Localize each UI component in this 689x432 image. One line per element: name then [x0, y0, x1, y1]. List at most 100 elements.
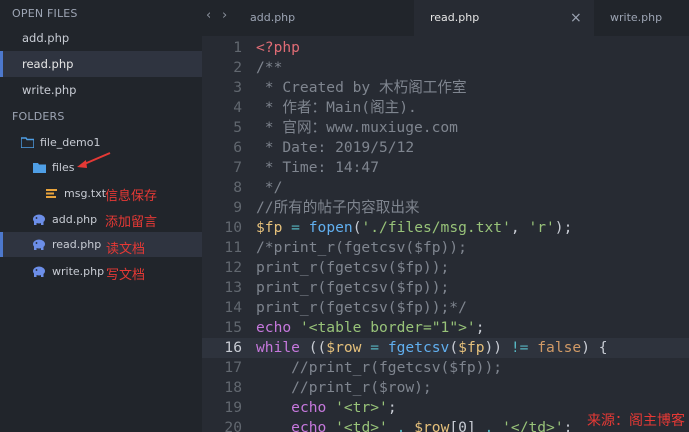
code-text: * 官网：www.muxiuge.com	[256, 119, 458, 136]
annotation-note: 添加留言	[105, 215, 158, 230]
code-line: 2 /**	[202, 58, 689, 78]
line-number: 12	[224, 259, 242, 276]
code-text: * 作者：Main(阁主).	[256, 99, 417, 116]
code-text: //print_r(fgetcsv($fp));	[256, 359, 503, 376]
folder-icon	[32, 161, 46, 175]
code-line: 8 */	[202, 178, 689, 198]
code-text: print_r(fgetcsv($fp));*/	[256, 299, 467, 316]
code-line: 1 <?php	[202, 38, 689, 58]
tree-label: read.php	[52, 238, 102, 251]
code-line: 4 * 作者：Main(阁主).	[202, 98, 689, 118]
code-text: */	[256, 179, 283, 196]
code-line: 12 print_r(fgetcsv($fp));	[202, 258, 689, 278]
text-file-icon	[44, 187, 58, 201]
tab-label: read.php	[430, 11, 480, 24]
tab-label: write.php	[610, 11, 663, 24]
nav-forward-button[interactable]: ›	[222, 8, 227, 23]
close-icon[interactable]: ×	[570, 0, 582, 36]
line-number: 17	[224, 359, 242, 376]
line-number: 3	[233, 79, 242, 96]
code-line: 16 while (($row = fgetcsv($fp)) != false)…	[202, 338, 689, 358]
open-file-add-php[interactable]: add.php	[0, 25, 202, 51]
line-number: 20	[224, 419, 242, 432]
code-text: /*print_r(fgetcsv($fp));	[256, 239, 467, 256]
line-number: 15	[224, 319, 242, 336]
watermark: 来源：阁主博客	[587, 413, 685, 429]
tree-label: write.php	[52, 265, 105, 278]
code-line: 10 $fp = fopen('./files/msg.txt', 'r');	[202, 218, 689, 238]
code-line: 18 //print_r($row);	[202, 378, 689, 398]
code-line: 9 //所有的帖子内容取出来	[202, 198, 689, 218]
php-elephant-icon	[32, 238, 46, 252]
line-number: 10	[224, 219, 242, 236]
code-line: 6 * Date: 2019/5/12	[202, 138, 689, 158]
code-text: //print_r($row);	[256, 379, 432, 396]
line-number: 2	[233, 59, 242, 76]
line-number: 5	[233, 119, 242, 136]
code-line: 14 print_r(fgetcsv($fp));*/	[202, 298, 689, 318]
code-text: * Date: 2019/5/12	[256, 139, 415, 156]
line-number: 19	[224, 399, 242, 416]
line-number: 14	[224, 299, 242, 316]
line-number: 7	[233, 159, 242, 176]
line-number: 11	[224, 239, 242, 256]
annotation-note: 信息保存	[105, 189, 158, 204]
code-line: 13 print_r(fgetcsv($fp));	[202, 278, 689, 298]
folder-open-icon	[20, 136, 34, 150]
open-file-label: add.php	[22, 31, 70, 45]
line-number: 1	[233, 39, 242, 56]
line-number: 13	[224, 279, 242, 296]
code-text: print_r(fgetcsv($fp));	[256, 259, 450, 276]
code-text: while (($row = fgetcsv($fp)) != false) {	[256, 339, 608, 356]
code-text: <?php	[256, 39, 300, 56]
folders-header: FOLDERS	[12, 110, 65, 123]
code-line: 7 * Time: 14:47	[202, 158, 689, 178]
code-text: /**	[256, 59, 283, 76]
line-number: 18	[224, 379, 242, 396]
open-file-label: read.php	[22, 57, 74, 71]
line-number: 8	[233, 179, 242, 196]
red-arrow-icon	[77, 152, 111, 168]
tree-label: file_demo1	[40, 136, 101, 149]
code-line: 5 * 官网：www.muxiuge.com	[202, 118, 689, 138]
tab-add-php[interactable]: add.php	[250, 0, 414, 36]
tree-label: msg.txt	[64, 187, 107, 200]
tab-label: add.php	[250, 11, 296, 24]
code-text: echo '<td>' . $row[0] . '</td>';	[291, 419, 573, 432]
code-text: //所有的帖子内容取出来	[256, 199, 420, 216]
tree-file-write-php[interactable]: write.php	[0, 259, 202, 284]
code-text: echo '<tr>';	[291, 399, 397, 416]
tree-file-add-php[interactable]: add.php	[0, 207, 202, 232]
tree-file-msg-txt[interactable]: msg.txt	[0, 181, 202, 206]
tab-read-php[interactable]: read.php ×	[414, 0, 594, 36]
tree-label: add.php	[52, 213, 98, 226]
sidebar: OPEN FILES add.php read.php write.php FO…	[0, 0, 202, 432]
tab-write-php[interactable]: write.php	[610, 0, 689, 36]
php-elephant-icon	[32, 265, 46, 279]
line-number: 4	[233, 99, 242, 116]
code-text: * Time: 14:47	[256, 159, 380, 176]
code-text: print_r(fgetcsv($fp));	[256, 279, 450, 296]
code-line: 15 echo '<table border="1">';	[202, 318, 689, 338]
code-line: 17 //print_r(fgetcsv($fp));	[202, 358, 689, 378]
line-number: 9	[233, 199, 242, 216]
tree-file-read-php[interactable]: read.php	[0, 232, 202, 257]
code-text: echo '<table border="1">';	[256, 319, 485, 336]
open-files-header: OPEN FILES	[12, 7, 78, 20]
nav-back-button[interactable]: ‹	[206, 8, 211, 23]
tab-bar: ‹ › add.php read.php × write.php	[202, 0, 689, 36]
tree-label: files	[52, 161, 75, 174]
php-elephant-icon	[32, 213, 46, 227]
open-file-write-php[interactable]: write.php	[0, 77, 202, 103]
annotation-note: 读文档	[106, 242, 146, 257]
annotation-note: 写文档	[106, 268, 146, 283]
code-text: $fp = fopen('./files/msg.txt', 'r');	[256, 219, 573, 236]
line-number: 6	[233, 139, 242, 156]
code-line: 3 * Created by 木朽阁工作室	[202, 78, 689, 98]
open-file-read-php[interactable]: read.php	[0, 51, 202, 77]
code-editor[interactable]: 1 <?php 2/** 3 * Created by 木朽阁工作室 4 * 作者：Ma…	[202, 36, 689, 432]
code-text: * Created by 木朽阁工作室	[256, 79, 467, 96]
line-number: 16	[224, 339, 242, 356]
open-file-label: write.php	[22, 83, 77, 97]
code-line: 11 /*print_r(fgetcsv($fp));	[202, 238, 689, 258]
